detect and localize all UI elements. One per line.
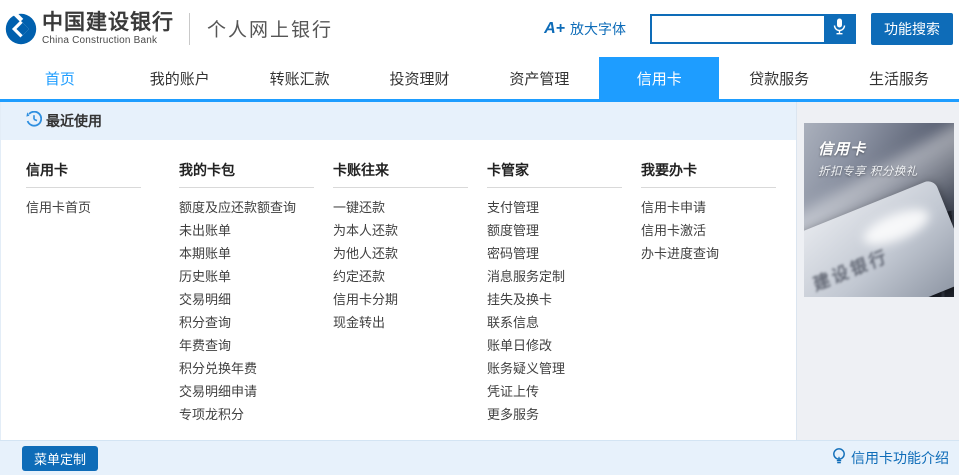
promo-title: 信用卡 [818, 138, 866, 159]
ccb-logo-icon [5, 13, 37, 45]
header-right: A+ 放大字体 功能搜索 [544, 13, 959, 45]
column-divider [179, 187, 314, 188]
font-zoom-button[interactable]: A+ 放大字体 [544, 19, 626, 39]
menu-item[interactable]: 联系信息 [487, 311, 622, 334]
menu-item[interactable]: 专项龙积分 [179, 403, 314, 426]
promo-subtitle: 折扣专享 积分换礼 [818, 163, 918, 179]
menu-column-apply-card: 我要办卡 信用卡申请 信用卡激活 办卡进度查询 [641, 160, 776, 426]
menu-item[interactable]: 为本人还款 [333, 219, 468, 242]
header: 中国建设银行 China Construction Bank 个人网上银行 A+… [0, 0, 959, 57]
menu-column-my-cards: 我的卡包 额度及应还款额查询 未出账单 本期账单 历史账单 交易明细 积分查询 … [179, 160, 314, 426]
menu-column-card-manager: 卡管家 支付管理 额度管理 密码管理 消息服务定制 挂失及换卡 联系信息 账单日… [487, 160, 622, 426]
menu-item[interactable]: 更多服务 [487, 403, 622, 426]
recently-used-bar: 最近使用 [1, 102, 796, 140]
menu-column-credit-card: 信用卡 信用卡首页 [26, 160, 141, 426]
column-divider [641, 187, 776, 188]
feature-intro-label: 信用卡功能介绍 [851, 448, 949, 468]
menu-column-title: 卡账往来 [333, 160, 468, 178]
menu-item[interactable]: 额度管理 [487, 219, 622, 242]
portal-title: 个人网上银行 [207, 15, 333, 42]
menu-item[interactable]: 信用卡申请 [641, 196, 776, 219]
tab-my-account[interactable]: 我的账户 [120, 57, 240, 99]
menu-item[interactable]: 信用卡激活 [641, 219, 776, 242]
menu-column-card-transactions: 卡账往来 一键还款 为本人还款 为他人还款 约定还款 信用卡分期 现金转出 [333, 160, 468, 426]
menu-item[interactable]: 密码管理 [487, 242, 622, 265]
tab-home[interactable]: 首页 [0, 57, 120, 99]
lightbulb-icon [832, 448, 846, 468]
tab-life[interactable]: 生活服务 [839, 57, 959, 99]
promo-card-embossed-text: 建设银行 [810, 242, 891, 296]
bank-name-en: China Construction Bank [42, 36, 174, 46]
menu-item[interactable]: 未出账单 [179, 219, 314, 242]
tab-loan[interactable]: 贷款服务 [719, 57, 839, 99]
column-divider [26, 187, 141, 188]
right-sidebar: 建设银行 信用卡 折扣专享 积分换礼 [796, 102, 959, 440]
menu-item[interactable]: 额度及应还款额查询 [179, 196, 314, 219]
footer-bar: 菜单定制 信用卡功能介绍 [0, 440, 959, 475]
tab-asset-mgmt[interactable]: 资产管理 [480, 57, 600, 99]
microphone-icon [833, 18, 846, 40]
menu-item[interactable]: 交易明细 [179, 288, 314, 311]
search-input[interactable] [652, 16, 824, 42]
page: 中国建设银行 China Construction Bank 个人网上银行 A+… [0, 0, 959, 475]
menu-item[interactable]: 账务疑义管理 [487, 357, 622, 380]
menu-item[interactable]: 支付管理 [487, 196, 622, 219]
menu-column-title: 我的卡包 [179, 160, 314, 178]
credit-card-menu: 信用卡 信用卡首页 我的卡包 额度及应还款额查询 未出账单 本期账单 历史账单 … [1, 140, 796, 426]
menu-item[interactable]: 为他人还款 [333, 242, 468, 265]
font-increase-icon: A+ [544, 20, 565, 38]
bank-name: 中国建设银行 [42, 12, 174, 33]
menu-item[interactable]: 交易明细申请 [179, 380, 314, 403]
menu-item[interactable]: 历史账单 [179, 265, 314, 288]
menu-item[interactable]: 账单日修改 [487, 334, 622, 357]
column-divider [333, 187, 468, 188]
feature-intro-link[interactable]: 信用卡功能介绍 [832, 448, 949, 468]
menu-customize-button[interactable]: 菜单定制 [22, 446, 98, 471]
menu-item[interactable]: 挂失及换卡 [487, 288, 622, 311]
menu-item[interactable]: 积分查询 [179, 311, 314, 334]
tab-transfer[interactable]: 转账汇款 [240, 57, 360, 99]
column-divider [487, 187, 622, 188]
font-zoom-label: 放大字体 [570, 19, 626, 39]
main-area: 最近使用 信用卡 信用卡首页 我的卡包 额度及应还款额查询 未出账单 [0, 102, 959, 440]
menu-item[interactable]: 凭证上传 [487, 380, 622, 403]
promo-card-glare [859, 202, 934, 252]
history-clock-icon [26, 111, 42, 132]
menu-item[interactable]: 信用卡首页 [26, 196, 141, 219]
tab-investment[interactable]: 投资理财 [360, 57, 480, 99]
menu-item[interactable]: 一键还款 [333, 196, 468, 219]
main-nav: 首页 我的账户 转账汇款 投资理财 资产管理 信用卡 贷款服务 生活服务 [0, 57, 959, 102]
header-divider [189, 13, 190, 45]
recently-used-label: 最近使用 [46, 111, 102, 131]
menu-column-title: 信用卡 [26, 160, 141, 178]
menu-item[interactable]: 年费查询 [179, 334, 314, 357]
menu-item[interactable]: 约定还款 [333, 265, 468, 288]
menu-item[interactable]: 消息服务定制 [487, 265, 622, 288]
bank-logo-text: 中国建设银行 China Construction Bank [42, 12, 174, 46]
menu-item[interactable]: 本期账单 [179, 242, 314, 265]
menu-item[interactable]: 信用卡分期 [333, 288, 468, 311]
tab-credit-card[interactable]: 信用卡 [599, 57, 719, 99]
menu-item[interactable]: 办卡进度查询 [641, 242, 776, 265]
menu-panel: 最近使用 信用卡 信用卡首页 我的卡包 额度及应还款额查询 未出账单 [0, 102, 796, 440]
credit-card-promo-banner[interactable]: 建设银行 信用卡 折扣专享 积分换礼 [804, 123, 954, 297]
menu-column-title: 我要办卡 [641, 160, 776, 178]
menu-column-title: 卡管家 [487, 160, 622, 178]
menu-item[interactable]: 积分兑换年费 [179, 357, 314, 380]
search-group [650, 14, 856, 44]
menu-item[interactable]: 现金转出 [333, 311, 468, 334]
function-search-button[interactable]: 功能搜索 [871, 13, 953, 45]
voice-search-button[interactable] [824, 16, 854, 42]
